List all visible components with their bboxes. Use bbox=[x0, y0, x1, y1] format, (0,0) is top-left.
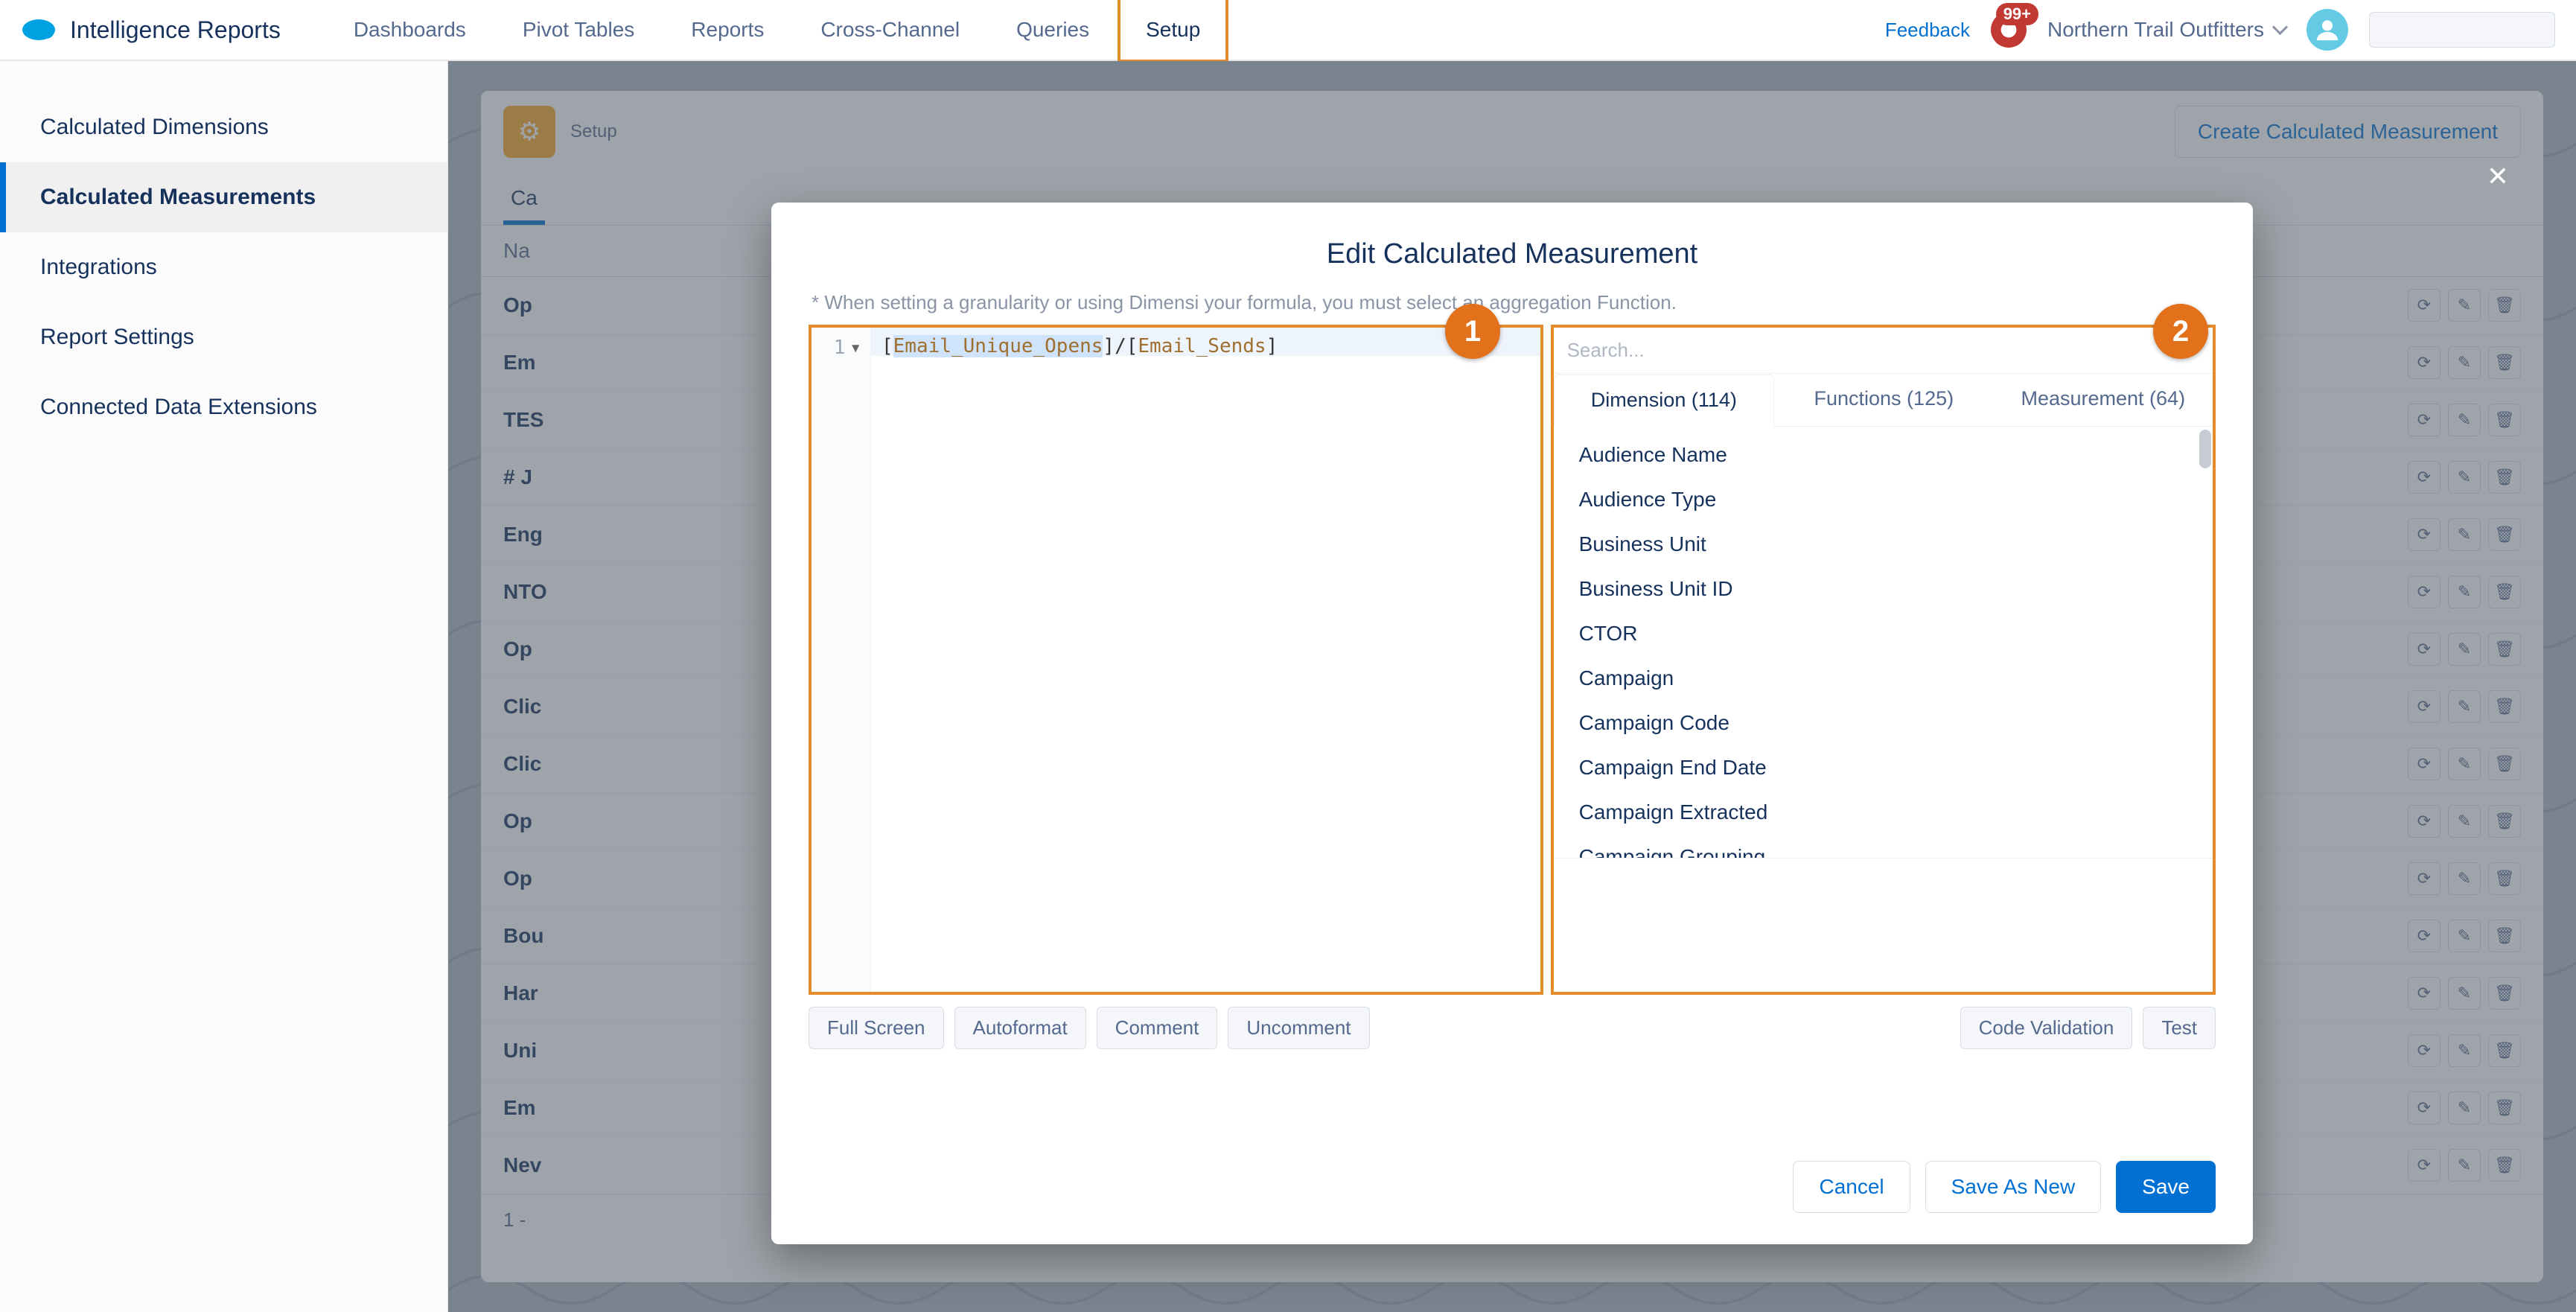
save-button[interactable]: Save bbox=[2116, 1161, 2216, 1213]
bracket-close-1: ] bbox=[1103, 335, 1115, 357]
sidebar-item-connected-data-ext[interactable]: Connected Data Extensions bbox=[0, 372, 447, 442]
dimension-item[interactable]: Campaign Extracted bbox=[1554, 790, 2213, 835]
app-title: Intelligence Reports bbox=[70, 16, 281, 44]
line-number-1: 1 bbox=[834, 337, 846, 359]
code-validation-button[interactable]: Code Validation bbox=[1960, 1007, 2133, 1049]
fold-icon[interactable]: ▾ bbox=[849, 337, 861, 359]
nav-reports[interactable]: Reports bbox=[663, 0, 792, 63]
tab-measurement[interactable]: Measurement (64) bbox=[1994, 374, 2213, 426]
dimension-item[interactable]: Audience Name bbox=[1554, 433, 2213, 477]
uncomment-button[interactable]: Uncomment bbox=[1228, 1007, 1369, 1049]
line-gutter: 1▾ bbox=[812, 328, 871, 992]
field-1: Email_Unique_Opens bbox=[893, 335, 1103, 357]
main-nav: Dashboards Pivot Tables Reports Cross-Ch… bbox=[325, 0, 1228, 63]
bracket-open-1: [ bbox=[881, 335, 893, 357]
comment-button[interactable]: Comment bbox=[1097, 1007, 1218, 1049]
edit-measurement-modal: Edit Calculated Measurement * When setti… bbox=[771, 203, 2253, 1244]
org-switcher[interactable]: Northern Trail Outfitters bbox=[2047, 18, 2286, 42]
callout-1: 1 bbox=[1445, 304, 1500, 359]
nav-pivot-tables[interactable]: Pivot Tables bbox=[494, 0, 663, 63]
field-picker: ✕ Dimension (114) Functions (125) Measur… bbox=[1551, 325, 2216, 995]
tab-functions[interactable]: Functions (125) bbox=[1774, 374, 1993, 426]
global-search[interactable] bbox=[2369, 12, 2555, 48]
save-as-new-button[interactable]: Save As New bbox=[1925, 1161, 2102, 1213]
picker-search-input[interactable] bbox=[1567, 339, 2173, 362]
test-button[interactable]: Test bbox=[2143, 1007, 2216, 1049]
close-icon[interactable]: ✕ bbox=[2487, 161, 2509, 192]
sidebar-item-calc-measurements[interactable]: Calculated Measurements bbox=[0, 162, 447, 232]
tab-dimension[interactable]: Dimension (114) bbox=[1554, 375, 1774, 427]
modal-hint: * When setting a granularity or using Di… bbox=[812, 291, 2216, 314]
sidebar-item-report-settings[interactable]: Report Settings bbox=[0, 302, 447, 372]
scrollbar-thumb[interactable] bbox=[2199, 430, 2211, 468]
org-name-label: Northern Trail Outfitters bbox=[2047, 18, 2264, 42]
content-area: ⚙ Setup Create Calculated Measurement Ca… bbox=[448, 61, 2576, 1312]
dimension-item[interactable]: CTOR bbox=[1554, 611, 2213, 656]
field-2: Email_Sends bbox=[1138, 335, 1266, 357]
dimension-item[interactable]: Audience Type bbox=[1554, 477, 2213, 522]
dimension-item[interactable]: Campaign End Date bbox=[1554, 745, 2213, 790]
notifications-icon[interactable]: 99+ bbox=[1991, 12, 2027, 48]
full-screen-button[interactable]: Full Screen bbox=[809, 1007, 944, 1049]
topbar-right: Feedback 99+ Northern Trail Outfitters bbox=[1885, 9, 2555, 51]
dimension-item[interactable]: Campaign Grouping bbox=[1554, 835, 2213, 858]
bracket-close-2: ] bbox=[1266, 335, 1278, 357]
nav-queries[interactable]: Queries bbox=[988, 0, 1118, 63]
chevron-down-icon bbox=[2272, 19, 2288, 34]
cancel-button[interactable]: Cancel bbox=[1793, 1161, 1910, 1213]
editor-row: 1▾ [Email_Unique_Opens]/[Email_Sends] ✕ … bbox=[809, 325, 2216, 995]
feedback-link[interactable]: Feedback bbox=[1885, 19, 1970, 42]
dimension-item[interactable]: Campaign bbox=[1554, 656, 2213, 701]
dimension-item[interactable]: Campaign Code bbox=[1554, 701, 2213, 745]
nav-cross-channel[interactable]: Cross-Channel bbox=[792, 0, 988, 63]
bracket-open-2: [ bbox=[1126, 335, 1138, 357]
nav-dashboards[interactable]: Dashboards bbox=[325, 0, 494, 63]
dimension-list[interactable]: Audience NameAudience TypeBusiness UnitB… bbox=[1554, 427, 2213, 858]
dimension-item[interactable]: Business Unit ID bbox=[1554, 567, 2213, 611]
main: Calculated Dimensions Calculated Measure… bbox=[0, 61, 2576, 1312]
picker-tabs: Dimension (114) Functions (125) Measurem… bbox=[1554, 374, 2213, 427]
picker-footer bbox=[1554, 858, 2213, 992]
picker-search-wrap: ✕ bbox=[1554, 328, 2213, 374]
code-area[interactable]: [Email_Unique_Opens]/[Email_Sends] bbox=[871, 328, 1540, 992]
notif-badge: 99+ bbox=[1996, 3, 2038, 25]
callout-2: 2 bbox=[2153, 304, 2208, 359]
avatar[interactable] bbox=[2306, 9, 2348, 51]
modal-footer: Cancel Save As New Save bbox=[809, 1161, 2216, 1213]
formula-editor[interactable]: 1▾ [Email_Unique_Opens]/[Email_Sends] bbox=[809, 325, 1543, 995]
user-icon bbox=[2315, 17, 2340, 42]
sidebar-item-integrations[interactable]: Integrations bbox=[0, 232, 447, 302]
dimension-item[interactable]: Business Unit bbox=[1554, 522, 2213, 567]
setup-sidebar: Calculated Dimensions Calculated Measure… bbox=[0, 61, 448, 1312]
code-toolbar: Full Screen Autoformat Comment Uncomment… bbox=[809, 995, 2216, 1049]
topbar: Intelligence Reports Dashboards Pivot Ta… bbox=[0, 0, 2576, 61]
autoformat-button[interactable]: Autoformat bbox=[954, 1007, 1086, 1049]
nav-setup[interactable]: Setup bbox=[1118, 0, 1228, 63]
modal-title: Edit Calculated Measurement bbox=[809, 231, 2216, 270]
operator: / bbox=[1115, 335, 1126, 357]
salesforce-logo bbox=[21, 16, 57, 43]
sidebar-item-calc-dimensions[interactable]: Calculated Dimensions bbox=[0, 92, 447, 162]
